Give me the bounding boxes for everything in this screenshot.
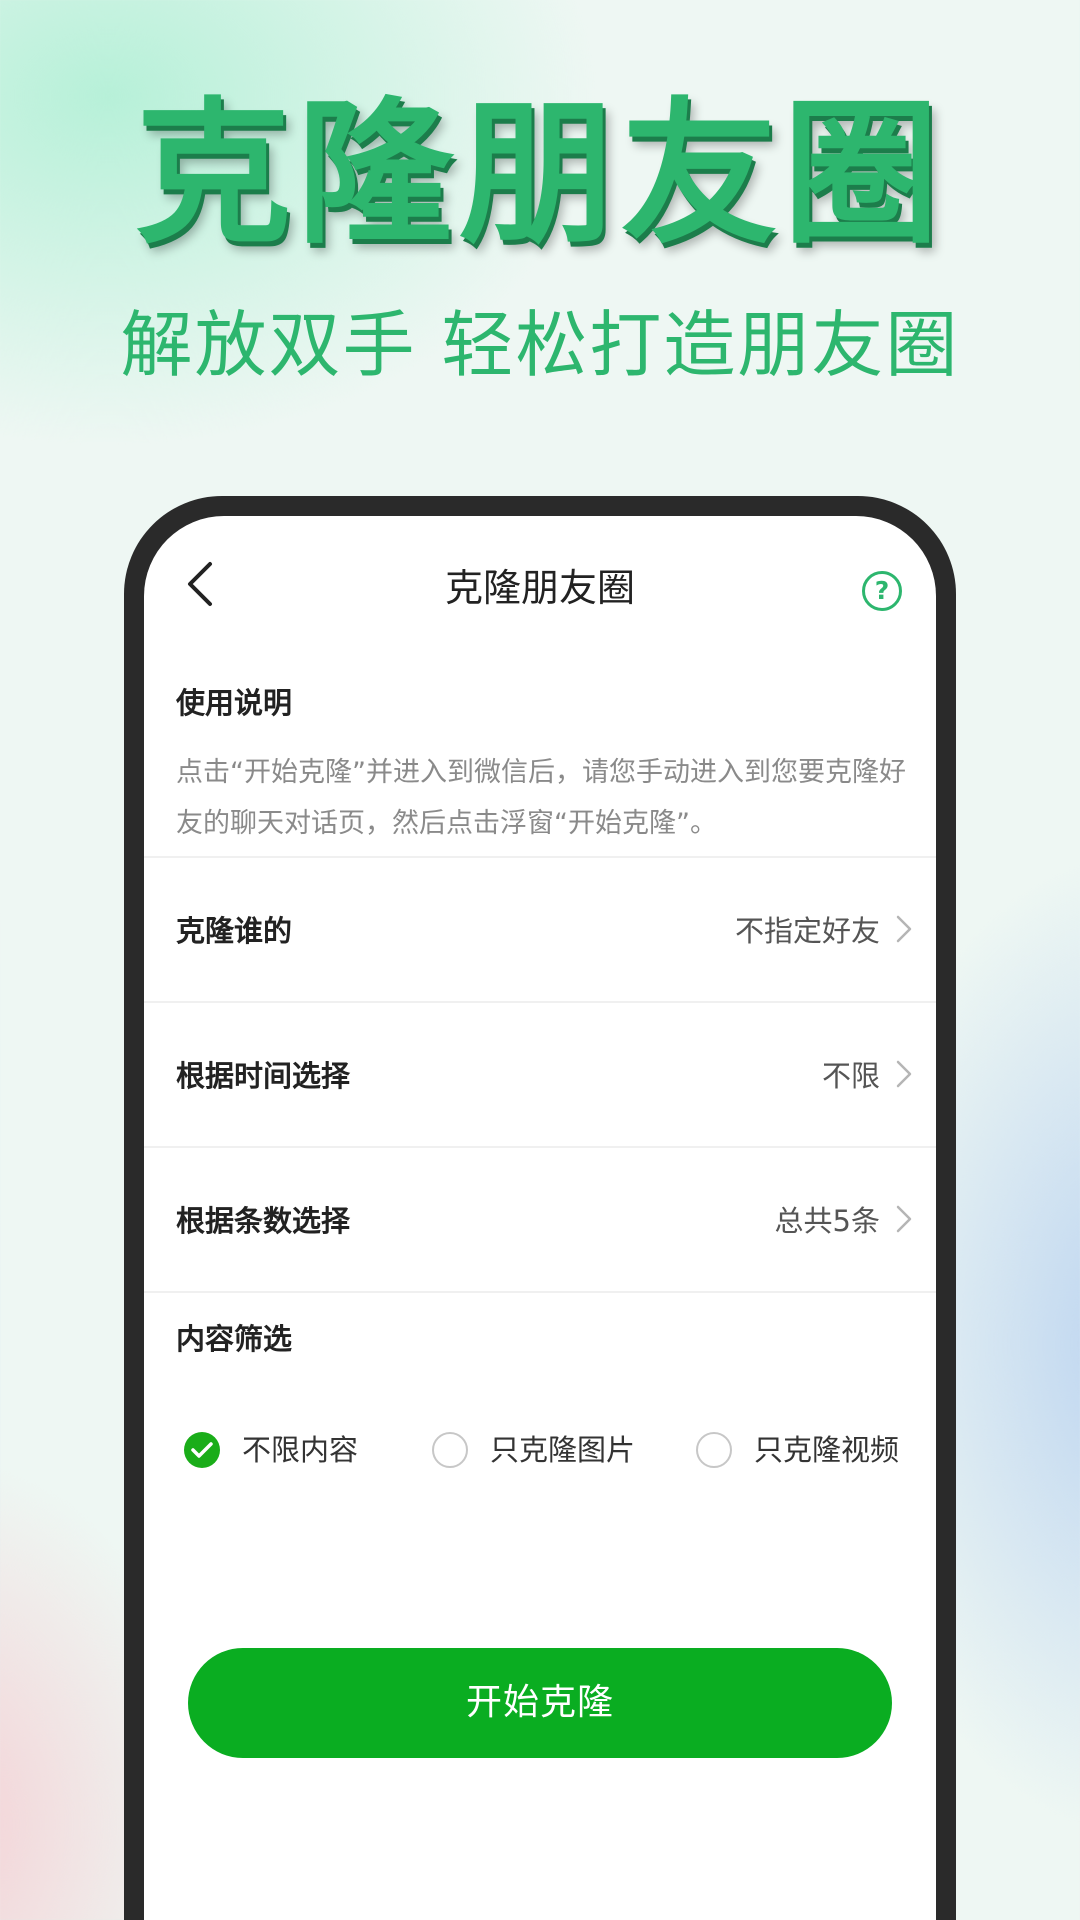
unchecked-radio-icon [696, 1432, 732, 1468]
option-label: 只克隆视频 [754, 1433, 900, 1467]
setting-row-count[interactable]: 根据条数选择 总共5条 [144, 1147, 936, 1291]
instructions-title: 使用说明 [176, 686, 293, 720]
setting-value: 总共5条 [774, 1204, 880, 1238]
question-circle-icon: ? [874, 576, 890, 605]
setting-row-time[interactable]: 根据时间选择 不限 [144, 1002, 936, 1146]
start-clone-button[interactable]: 开始克隆 [188, 1648, 892, 1758]
phone-frame: 克隆朋友圈 ? 使用说明 点击“开始克隆”并进入到微信后，请您手动进入到您要克隆… [124, 496, 956, 1920]
setting-label: 根据时间选择 [176, 1059, 351, 1093]
setting-label: 根据条数选择 [176, 1204, 351, 1238]
content-filter: 内容筛选 [176, 1322, 916, 1357]
filter-title: 内容筛选 [176, 1322, 293, 1356]
setting-row-clone-target[interactable]: 克隆谁的 不指定好友 [144, 857, 936, 1001]
divider [144, 1291, 936, 1293]
setting-value: 不限 [821, 1059, 880, 1093]
phone-screen: 克隆朋友圈 ? 使用说明 点击“开始克隆”并进入到微信后，请您手动进入到您要克隆… [144, 516, 936, 1920]
page-title: 克隆朋友圈 [444, 566, 635, 610]
option-label: 不限内容 [242, 1433, 359, 1467]
chevron-right-icon [896, 1060, 912, 1088]
help-button[interactable]: ? [862, 571, 902, 611]
promo-subline: 解放双手 轻松打造朋友圈 [120, 303, 960, 387]
setting-label: 克隆谁的 [176, 914, 293, 948]
usage-instructions: 使用说明 点击“开始克隆”并进入到微信后，请您手动进入到您要克隆好友的聊天对话页… [176, 686, 911, 849]
unchecked-radio-icon [432, 1432, 468, 1468]
option-label: 只克隆图片 [490, 1433, 636, 1467]
chevron-right-icon [896, 1205, 912, 1233]
chevron-right-icon [896, 915, 912, 943]
setting-value: 不指定好友 [734, 914, 880, 948]
nav-bar: 克隆朋友圈 ? [144, 516, 936, 636]
instructions-body: 点击“开始克隆”并进入到微信后，请您手动进入到您要克隆好友的聊天对话页，然后点击… [176, 756, 906, 839]
checked-radio-icon [184, 1432, 220, 1468]
promo-headline: 克隆朋友圈 [135, 82, 945, 265]
